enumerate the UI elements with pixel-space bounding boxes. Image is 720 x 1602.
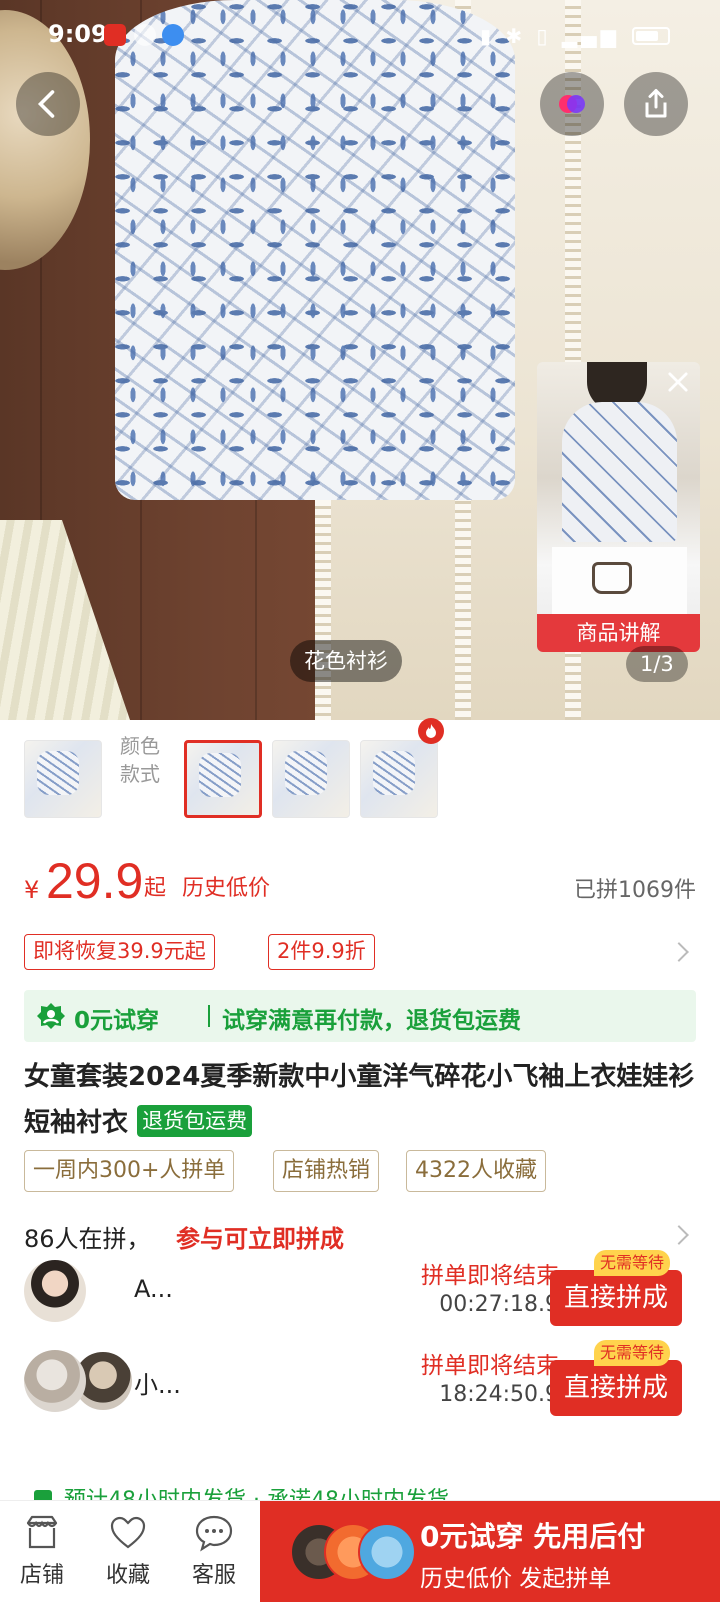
signal-icons: ▮ ✱ ▯ ▂▄▆ bbox=[480, 24, 620, 48]
group-timer: 00:27:18.9 bbox=[439, 1292, 559, 1317]
chevron-right-icon bbox=[669, 942, 689, 962]
chevron-left-icon bbox=[37, 90, 55, 118]
battery-icon bbox=[632, 27, 670, 45]
group-status: 拼单即将结束 bbox=[421, 1353, 559, 1379]
trial-icon bbox=[37, 1003, 65, 1029]
price-row: ¥ 29.9 起 历史低价 已拼1069件 bbox=[24, 852, 696, 912]
avatar bbox=[358, 1523, 416, 1581]
nav-service[interactable]: 客服 bbox=[172, 1501, 256, 1602]
tag-hot-store: 店铺热销 bbox=[273, 1150, 380, 1192]
video-explain-window[interactable]: 商品讲解 bbox=[537, 362, 700, 652]
flame-icon bbox=[426, 724, 436, 738]
join-group-button[interactable]: 直接拼成 bbox=[550, 1360, 682, 1416]
price-history-tag: 历史低价 bbox=[182, 876, 271, 901]
back-button[interactable] bbox=[16, 72, 80, 136]
status-time: 9:09 bbox=[48, 20, 108, 48]
product-title: 女童套装2024夏季新款中小童洋气碎花小飞袖上衣娃娃衫短袖衬衣 退货包运费 bbox=[24, 1062, 695, 1138]
bottom-action-bar: 店铺 收藏 客服 0元试穿 先用后付 历史低价 发起拼单 bbox=[0, 1500, 720, 1602]
variant-thumb[interactable] bbox=[24, 740, 102, 818]
avatar bbox=[24, 1260, 86, 1322]
cta-subtitle: 历史低价 发起拼单 bbox=[420, 1566, 612, 1592]
model-image bbox=[562, 402, 677, 542]
chat-icon bbox=[195, 1515, 233, 1552]
message-icon bbox=[134, 24, 156, 46]
group-row: A... 拼单即将结束 00:27:18.9 直接拼成 无需等待 bbox=[24, 1250, 696, 1332]
chevron-right-icon bbox=[669, 1225, 689, 1245]
lamp-decoration bbox=[0, 520, 130, 720]
group-cta: 参与可立即拼成 bbox=[176, 1225, 344, 1253]
group-count: 86人在拼， bbox=[24, 1225, 151, 1253]
trial-title: 0元试穿 bbox=[74, 1008, 160, 1034]
avatar bbox=[24, 1350, 86, 1412]
variant-thumb[interactable] bbox=[272, 740, 350, 818]
price-amount: 29.9 bbox=[46, 853, 144, 909]
store-icon bbox=[26, 1515, 58, 1549]
price-suffix: 起 bbox=[144, 876, 167, 901]
notification-icon bbox=[104, 24, 126, 46]
nav-favorite[interactable]: 收藏 bbox=[86, 1501, 170, 1602]
live-button[interactable] bbox=[540, 72, 604, 136]
live-icon bbox=[559, 95, 585, 113]
app-icon bbox=[162, 24, 184, 46]
image-counter: 1/3 bbox=[626, 646, 688, 682]
join-group-button[interactable]: 直接拼成 bbox=[550, 1270, 682, 1326]
cta-title: 0元试穿 先用后付 bbox=[420, 1520, 646, 1553]
group-user: A... bbox=[134, 1275, 173, 1303]
currency-symbol: ¥ bbox=[24, 876, 40, 904]
tag-row: 一周内300+人拼单 店铺热销 4322人收藏 bbox=[24, 1150, 696, 1192]
tag-favorites: 4322人收藏 bbox=[406, 1150, 546, 1192]
promo-row[interactable]: 即将恢复39.9元起 2件9.9折 bbox=[24, 934, 696, 970]
nav-store[interactable]: 店铺 bbox=[0, 1501, 84, 1602]
variant-thumb-selected[interactable] bbox=[184, 740, 262, 818]
share-button[interactable] bbox=[624, 72, 688, 136]
image-caption: 花色衬衫 bbox=[290, 640, 402, 682]
no-wait-badge: 无需等待 bbox=[594, 1250, 671, 1276]
tag-weekly-orders: 一周内300+人拼单 bbox=[24, 1150, 235, 1192]
group-buy-header[interactable]: 86人在拼， 参与可立即拼成 bbox=[24, 1215, 696, 1255]
group-user: 小... bbox=[134, 1371, 181, 1399]
hot-badge bbox=[418, 718, 444, 744]
heart-icon bbox=[110, 1516, 146, 1549]
promo-chip: 2件9.9折 bbox=[268, 934, 375, 970]
group-status: 拼单即将结束 bbox=[421, 1263, 559, 1289]
share-icon bbox=[645, 89, 667, 118]
variant-selector bbox=[0, 720, 720, 820]
shirt-image bbox=[115, 0, 515, 500]
start-group-buy-button[interactable]: 0元试穿 先用后付 历史低价 发起拼单 bbox=[260, 1501, 720, 1602]
variant-label: 颜色 款式 bbox=[120, 734, 160, 786]
group-row: 小... 拼单即将结束 18:24:50.9 直接拼成 无需等待 bbox=[24, 1340, 696, 1422]
sold-count: 已拼1069件 bbox=[574, 878, 696, 903]
cta-avatars bbox=[290, 1523, 420, 1583]
group-timer: 18:24:50.9 bbox=[439, 1382, 559, 1407]
promo-chip: 即将恢复39.9元起 bbox=[24, 934, 215, 970]
trial-description: 试穿满意再付款，退货包运费 bbox=[222, 1008, 521, 1034]
return-shipping-badge: 退货包运费 bbox=[137, 1105, 253, 1137]
variant-thumb[interactable] bbox=[360, 740, 438, 818]
no-wait-badge: 无需等待 bbox=[594, 1340, 671, 1366]
status-bar: 9:09 ▮ ✱ ▯ ▂▄▆ bbox=[0, 0, 720, 70]
product-page: 9:09 ▮ ✱ ▯ ▂▄▆ 商品讲解 花色衬衫 1/3 颜色 款式 ¥ 29.… bbox=[0, 0, 720, 1602]
close-icon[interactable] bbox=[664, 368, 692, 396]
trial-banner[interactable]: 0元试穿 试穿满意再付款，退货包运费 bbox=[24, 990, 696, 1042]
